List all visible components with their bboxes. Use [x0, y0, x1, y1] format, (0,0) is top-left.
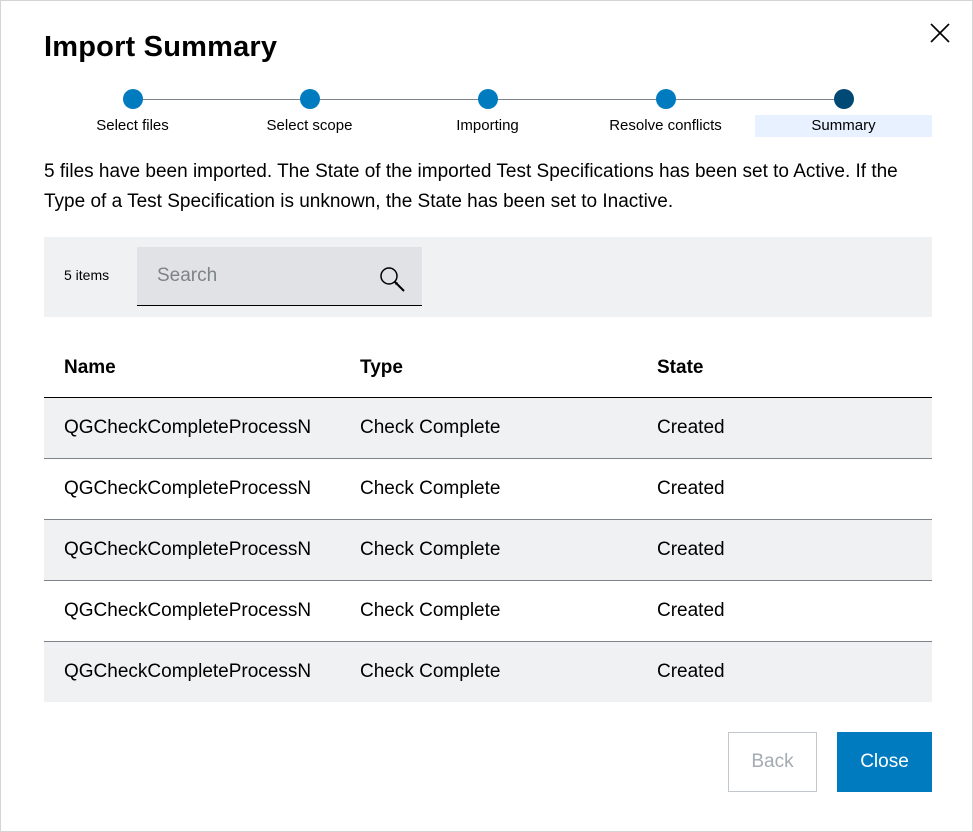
table-toolbar: 5 items — [44, 237, 932, 317]
cell-name: QGCheckCompleteProcessN — [64, 478, 312, 499]
step-select-files[interactable]: Select files — [44, 89, 221, 137]
search-input[interactable] — [137, 247, 377, 305]
cell-state: Created — [657, 600, 725, 621]
table-body: QGCheckCompleteProcessN Check Complete C… — [44, 398, 932, 702]
cell-type: Check Complete — [360, 478, 501, 499]
step-dot — [123, 89, 143, 109]
step-dot-active — [834, 89, 854, 109]
table-header: Name Type State — [44, 337, 932, 398]
step-dot — [656, 89, 676, 109]
import-summary-dialog: Import Summary Select files Select scope… — [0, 0, 973, 832]
import-description: 5 files have been imported. The State of… — [44, 161, 898, 212]
cell-name: QGCheckCompleteProcessN — [64, 661, 312, 682]
step-label: Select files — [96, 117, 169, 134]
step-dot — [478, 89, 498, 109]
close-button[interactable]: Close — [837, 732, 932, 792]
step-importing[interactable]: Importing — [399, 89, 576, 137]
step-resolve-conflicts[interactable]: Resolve conflicts — [577, 89, 754, 137]
cell-type: Check Complete — [360, 600, 501, 621]
close-icon[interactable] — [928, 21, 952, 45]
table-row[interactable]: QGCheckCompleteProcessN Check Complete C… — [44, 398, 932, 459]
search-box[interactable] — [137, 247, 422, 306]
step-select-scope[interactable]: Select scope — [221, 89, 398, 137]
cell-type: Check Complete — [360, 661, 501, 682]
cell-name: QGCheckCompleteProcessN — [64, 600, 312, 621]
column-header-type[interactable]: Type — [360, 357, 403, 379]
cell-type: Check Complete — [360, 539, 501, 560]
step-label: Select scope — [266, 117, 353, 134]
summary-table: Name Type State QGCheckCompleteProcessN … — [44, 337, 932, 702]
cell-name: QGCheckCompleteProcessN — [64, 417, 312, 438]
item-count: 5 items — [64, 267, 110, 283]
table-row[interactable]: QGCheckCompleteProcessN Check Complete C… — [44, 520, 932, 581]
step-summary[interactable]: Summary — [755, 89, 932, 137]
cell-state: Created — [657, 478, 725, 499]
cell-state: Created — [657, 539, 725, 560]
import-stepper: Select files Select scope Importing Reso… — [44, 89, 932, 137]
column-header-name[interactable]: Name — [64, 357, 340, 379]
table-row[interactable]: QGCheckCompleteProcessN Check Complete C… — [44, 642, 932, 702]
step-label: Summary — [755, 115, 932, 137]
column-header-state[interactable]: State — [657, 357, 703, 379]
table-row[interactable]: QGCheckCompleteProcessN Check Complete C… — [44, 459, 932, 520]
cell-state: Created — [657, 417, 725, 438]
step-dot — [300, 89, 320, 109]
cell-state: Created — [657, 661, 725, 682]
step-label: Resolve conflicts — [609, 117, 722, 134]
table-row[interactable]: QGCheckCompleteProcessN Check Complete C… — [44, 581, 932, 642]
cell-name: QGCheckCompleteProcessN — [64, 539, 312, 560]
search-icon[interactable] — [378, 265, 406, 293]
dialog-title: Import Summary — [44, 31, 278, 63]
step-label: Importing — [456, 117, 519, 134]
cell-type: Check Complete — [360, 417, 501, 438]
back-button[interactable]: Back — [728, 732, 817, 792]
